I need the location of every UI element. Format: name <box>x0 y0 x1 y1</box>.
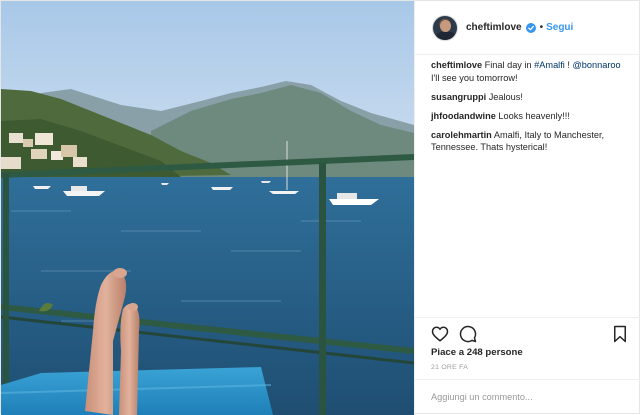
list-item: carolehmartin Amalfi, Italy to Mancheste… <box>431 129 628 154</box>
caption: cheftimlove Final day in #Amalfi ! @bonn… <box>431 59 628 84</box>
caption-text-after: I'll see you tomorrow! <box>431 72 518 83</box>
comment-input[interactable] <box>431 380 630 414</box>
comment-username[interactable]: susangruppi <box>431 92 486 102</box>
post-timestamp[interactable]: 21 ORE FA <box>431 364 468 371</box>
separator-dot: • <box>539 22 544 33</box>
action-bar <box>415 317 640 347</box>
caption-username[interactable]: cheftimlove <box>431 60 482 70</box>
comment-icon[interactable] <box>459 325 477 343</box>
list-item: jhfoodandwine Looks heavenly!!! <box>431 110 628 123</box>
comment-text: Jealous! <box>488 91 523 102</box>
heart-icon[interactable] <box>431 325 449 343</box>
likes-count[interactable]: Piace a 248 persone <box>431 347 523 358</box>
post-header: cheftimlove • Segui <box>415 1 640 55</box>
comment-username[interactable]: jhfoodandwine <box>431 111 496 121</box>
caption-hashtag[interactable]: #Amalfi <box>534 60 565 70</box>
avatar[interactable] <box>432 14 458 41</box>
add-comment-box <box>415 379 640 415</box>
post-photo[interactable] <box>1 1 414 415</box>
caption-mention[interactable]: @bonnaroo <box>572 60 620 70</box>
author-username[interactable]: cheftimlove <box>466 22 522 33</box>
avatar-body <box>436 31 456 40</box>
avatar-face <box>440 19 451 32</box>
photo-scene <box>1 1 414 415</box>
verified-badge-icon <box>525 22 536 33</box>
instagram-post: cheftimlove • Segui cheftimlove Final da… <box>0 0 640 415</box>
post-side-panel: cheftimlove • Segui cheftimlove Final da… <box>414 1 640 415</box>
follow-button[interactable]: Segui <box>546 22 573 33</box>
comments-list: cheftimlove Final day in #Amalfi ! @bonn… <box>415 59 640 161</box>
caption-text-before: Final day in <box>484 60 535 70</box>
comment-username[interactable]: carolehmartin <box>431 130 492 140</box>
bookmark-icon[interactable] <box>611 325 629 343</box>
comment-text: Looks heavenly!!! <box>498 110 570 121</box>
list-item: susangruppi Jealous! <box>431 91 628 104</box>
